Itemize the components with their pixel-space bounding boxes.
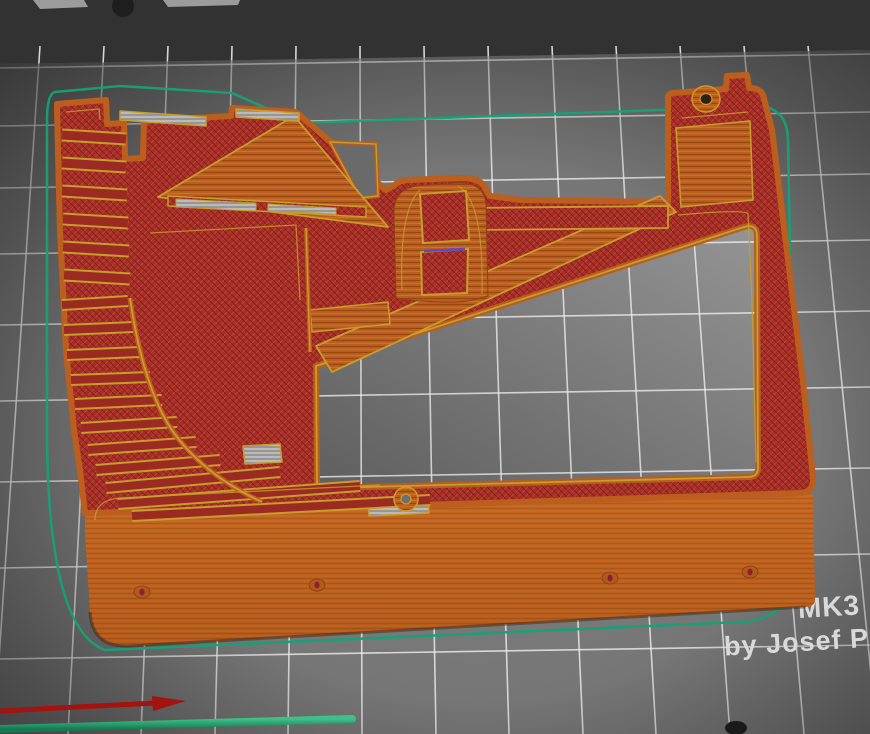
slicer-3d-viewport[interactable]: MK3 by Josef Pru [0, 0, 870, 734]
model-upper-web-arm [465, 206, 668, 230]
bottom-center-cylinder [394, 487, 418, 511]
top-right-cylinder [692, 86, 720, 112]
model-center-boss[interactable] [394, 183, 488, 302]
